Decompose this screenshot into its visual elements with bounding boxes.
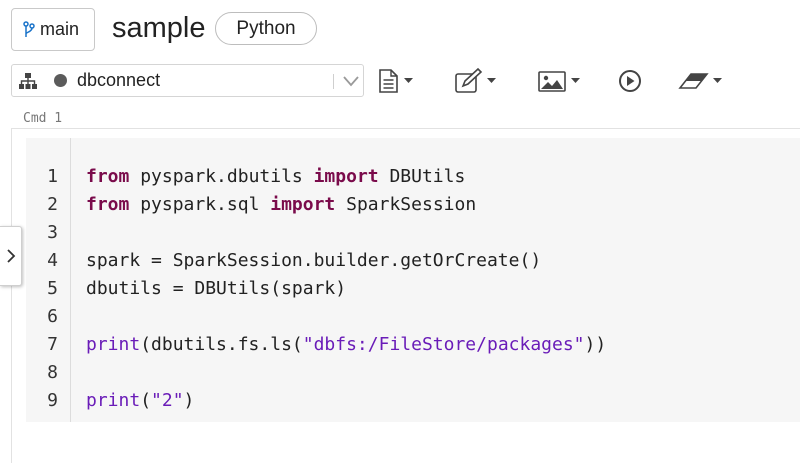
line-number: 5 <box>47 278 58 299</box>
code-text: pyspark.sql <box>129 194 271 215</box>
code-line: print(dbutils.fs.ls("dbfs:/FileStore/pac… <box>86 331 606 359</box>
code-text: DBUtils <box>378 166 466 187</box>
code-text: SparkSession <box>335 194 477 215</box>
image-menu-button[interactable] <box>537 67 585 95</box>
sidebar-toggle-button[interactable] <box>0 226 22 286</box>
code-text: pyspark.dbutils <box>129 166 314 187</box>
eraser-icon <box>678 73 722 89</box>
cluster-name: dbconnect <box>77 70 161 90</box>
image-icon <box>538 71 580 92</box>
line-number: 2 <box>47 194 58 215</box>
line-number: 1 <box>47 166 58 187</box>
run-icon <box>619 70 641 92</box>
clear-menu-button[interactable] <box>677 67 727 95</box>
chevron-down-icon[interactable] <box>342 74 360 88</box>
code-string: "dbfs:/FileStore/packages" <box>302 334 585 355</box>
language-badge[interactable]: Python <box>215 12 317 45</box>
code-keyword: import <box>313 166 379 187</box>
code-line: spark = SparkSession.builder.getOrCreate… <box>86 247 541 275</box>
code-editor[interactable]: 1 2 3 4 5 6 7 8 9 from pyspark.dbutils i… <box>26 138 800 422</box>
code-keyword: from <box>86 166 130 187</box>
line-number: 8 <box>47 362 58 383</box>
edit-menu-button[interactable] <box>454 67 502 95</box>
edit-icon <box>455 67 496 93</box>
cell-command-label: Cmd 1 <box>23 111 63 126</box>
code-text: ) <box>183 390 195 411</box>
chevron-right-icon <box>6 249 15 263</box>
line-number: 6 <box>47 306 58 327</box>
line-number: 7 <box>47 334 58 355</box>
code-text: )) <box>584 334 607 355</box>
code-line: from pyspark.sql import SparkSession <box>86 191 476 219</box>
branch-label: main <box>40 19 80 39</box>
line-number: 9 <box>47 390 58 411</box>
line-number: 3 <box>47 222 58 243</box>
cluster-tree-icon <box>19 72 37 89</box>
code-text: dbutils = DBUtils(spark) <box>86 278 347 299</box>
file-icon <box>379 69 413 93</box>
code-text: ( <box>140 390 152 411</box>
notebook-title[interactable]: sample <box>112 10 206 46</box>
line-number-gutter: 1 2 3 4 5 6 7 8 9 <box>26 138 71 422</box>
code-line: from pyspark.dbutils import DBUtils <box>86 163 465 191</box>
code-line: dbutils = DBUtils(spark) <box>86 275 346 303</box>
line-number: 4 <box>47 250 58 271</box>
cluster-selector[interactable]: dbconnect <box>11 64 364 97</box>
code-text: spark = SparkSession.builder.getOrCreate… <box>86 250 542 271</box>
git-branch-icon <box>23 20 35 37</box>
file-menu-button[interactable] <box>377 67 419 95</box>
code-line: print("2") <box>86 387 194 415</box>
code-string: "2" <box>151 390 184 411</box>
code-keyword: import <box>270 194 336 215</box>
branch-button[interactable]: main <box>11 8 95 51</box>
code-function: print <box>86 390 141 411</box>
run-all-button[interactable] <box>618 67 644 95</box>
status-dot-icon <box>54 74 67 87</box>
code-text: (dbutils.fs.ls( <box>140 334 303 355</box>
code-function: print <box>86 334 141 355</box>
divider <box>333 74 334 89</box>
code-keyword: from <box>86 194 130 215</box>
